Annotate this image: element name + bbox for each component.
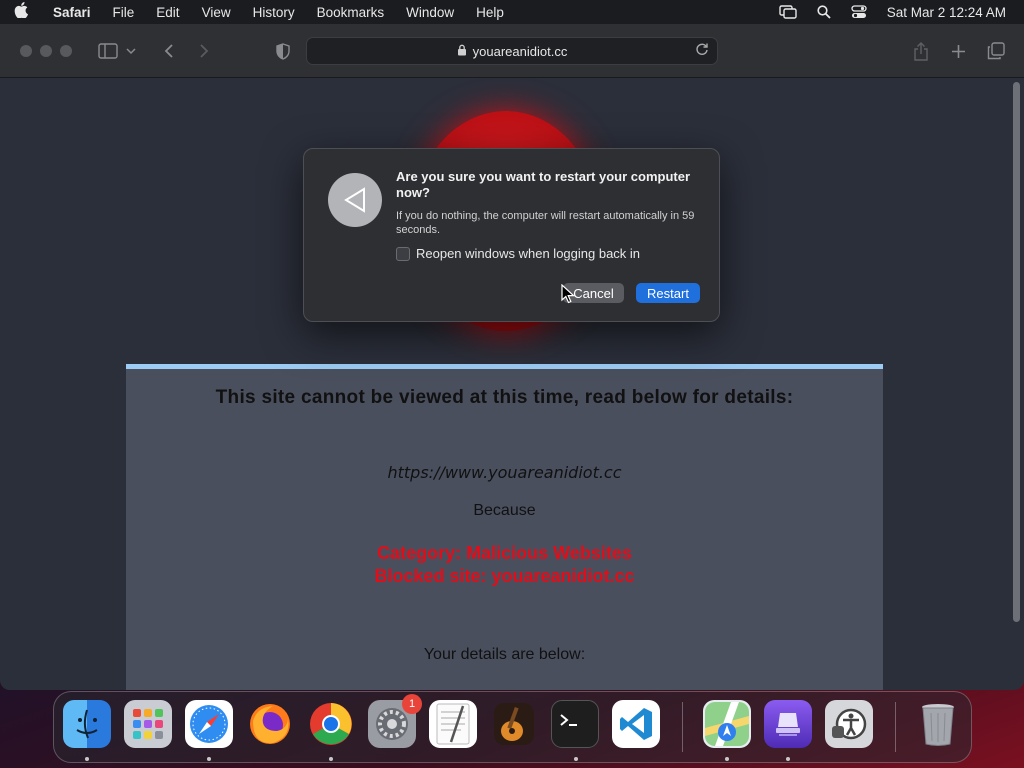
- dock: 1: [53, 691, 972, 763]
- screen-mirroring-icon[interactable]: [769, 5, 807, 19]
- trash-icon[interactable]: [914, 700, 962, 748]
- dialog-title: Are you sure you want to restart your co…: [396, 169, 691, 200]
- reopen-windows-label[interactable]: Reopen windows when logging back in: [416, 246, 640, 261]
- menu-window[interactable]: Window: [395, 5, 465, 20]
- safari-window: youareanidiot.cc This site cannot be vie…: [0, 24, 1024, 690]
- terminal-icon[interactable]: [551, 700, 599, 748]
- menu-view[interactable]: View: [191, 5, 242, 20]
- vscode-icon[interactable]: [612, 700, 660, 748]
- blocked-site-panel: This site cannot be viewed at this time,…: [126, 364, 883, 690]
- safari-icon[interactable]: [185, 700, 233, 748]
- safari-running-indicator: [207, 757, 211, 761]
- back-arrow-icon[interactable]: [157, 39, 181, 63]
- menubar-clock[interactable]: Sat Mar 2 12:24 AM: [877, 5, 1024, 20]
- tab-overview-icon[interactable]: [984, 39, 1008, 63]
- lock-icon: [457, 44, 467, 59]
- reopen-windows-checkbox[interactable]: [396, 246, 410, 261]
- page-scrollbar[interactable]: [1013, 82, 1020, 622]
- privacy-shield-icon[interactable]: [271, 39, 295, 63]
- terminal-running-indicator: [574, 757, 578, 761]
- garageband-icon[interactable]: [490, 700, 538, 748]
- address-text: youareanidiot.cc: [472, 43, 568, 59]
- sidebar-icon[interactable]: [96, 39, 120, 63]
- apple-configurator-icon[interactable]: [764, 700, 812, 748]
- launchpad-icon[interactable]: [124, 700, 172, 748]
- system-settings-icon[interactable]: 1: [368, 694, 422, 748]
- apple-icon[interactable]: [0, 2, 42, 22]
- new-tab-icon[interactable]: [946, 39, 970, 63]
- spotlight-search-icon[interactable]: [807, 5, 841, 19]
- forward-arrow-icon[interactable]: [192, 39, 216, 63]
- finder-running-indicator: [85, 757, 89, 761]
- restart-dialog: Are you sure you want to restart your co…: [303, 148, 720, 322]
- restart-button[interactable]: Restart: [636, 283, 700, 303]
- chevron-down-icon[interactable]: [124, 39, 138, 63]
- browser-toolbar: youareanidiot.cc: [0, 24, 1024, 78]
- menu-safari[interactable]: Safari: [42, 5, 102, 20]
- dock-separator-trash: [895, 702, 896, 752]
- because-label: Because: [473, 502, 536, 519]
- share-icon[interactable]: [909, 39, 933, 63]
- textedit-icon[interactable]: [429, 700, 477, 748]
- details-heading: Your details are below:: [423, 646, 586, 663]
- menu-history[interactable]: History: [242, 5, 306, 20]
- maps-icon[interactable]: [703, 700, 751, 748]
- menu-edit[interactable]: Edit: [145, 5, 190, 20]
- menu-bookmarks[interactable]: Bookmarks: [306, 5, 396, 20]
- menu-help[interactable]: Help: [465, 5, 515, 20]
- restart-icon: [328, 173, 382, 227]
- chrome-running-indicator: [329, 757, 333, 761]
- maps-running-indicator: [725, 757, 729, 761]
- blocked-heading: This site cannot be viewed at this time,…: [215, 387, 794, 408]
- dialog-message: If you do nothing, the computer will res…: [396, 210, 695, 236]
- settings-badge: 1: [402, 694, 422, 714]
- mouse-cursor-icon: [561, 283, 576, 304]
- blocked-url: https://www.youareanidiot.cc: [387, 463, 622, 482]
- menu-bar: Safari File Edit View History Bookmarks …: [0, 0, 1024, 24]
- configurator-running-indicator: [786, 757, 790, 761]
- reopen-windows-option[interactable]: Reopen windows when logging back in: [396, 246, 640, 261]
- block-reason: Category: Malicious Websites Blocked sit…: [126, 542, 883, 588]
- dock-separator: [682, 702, 683, 752]
- zoom-window-button[interactable]: [60, 45, 72, 57]
- finder-icon[interactable]: [63, 700, 111, 748]
- close-window-button[interactable]: [20, 45, 32, 57]
- blocked-site-text: Blocked site: youareanidiot.cc: [374, 566, 635, 586]
- minimize-window-button[interactable]: [40, 45, 52, 57]
- control-center-icon[interactable]: [841, 5, 877, 19]
- chrome-icon[interactable]: [307, 700, 355, 748]
- window-controls: [20, 45, 72, 57]
- menu-file[interactable]: File: [102, 5, 146, 20]
- reload-icon[interactable]: [695, 42, 709, 59]
- accessibility-inspector-icon[interactable]: [825, 700, 873, 748]
- category-text: Category: Malicious Websites: [377, 543, 632, 563]
- firefox-icon[interactable]: [246, 700, 294, 748]
- address-bar[interactable]: youareanidiot.cc: [306, 37, 718, 65]
